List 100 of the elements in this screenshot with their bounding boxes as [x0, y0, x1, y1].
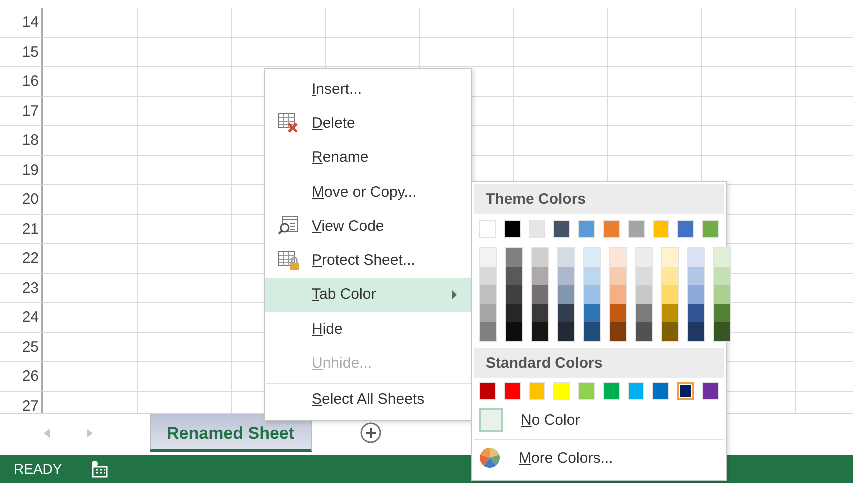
color-swatch[interactable] [584, 285, 600, 304]
grid-cell[interactable] [795, 96, 853, 126]
color-swatch[interactable] [610, 322, 626, 341]
row-number[interactable]: 15 [0, 38, 43, 67]
row-number[interactable]: 16 [0, 67, 43, 96]
color-swatch[interactable] [636, 285, 652, 304]
color-swatch[interactable] [480, 266, 496, 286]
color-swatch[interactable] [662, 266, 678, 286]
color-swatch[interactable] [558, 304, 574, 322]
color-swatch[interactable] [636, 248, 652, 267]
grid-cell[interactable] [795, 214, 853, 244]
grid-cell[interactable] [513, 38, 607, 67]
grid-cell[interactable] [607, 96, 701, 126]
row-number[interactable]: 17 [0, 96, 43, 126]
row-number[interactable]: 21 [0, 214, 43, 244]
color-swatch[interactable] [610, 248, 626, 267]
color-swatch[interactable] [636, 266, 652, 286]
menu-item[interactable]: Select All Sheets [265, 382, 471, 417]
color-swatch[interactable] [558, 248, 574, 267]
grid-cell[interactable] [137, 96, 231, 126]
scroll-right-icon[interactable] [87, 429, 93, 438]
grid-cell[interactable] [325, 8, 419, 38]
grid-cell[interactable] [513, 8, 607, 38]
grid-cell[interactable] [701, 96, 795, 126]
grid-cell[interactable] [701, 8, 795, 38]
color-swatch[interactable] [506, 285, 522, 304]
color-swatch[interactable] [558, 285, 574, 304]
grid-cell[interactable] [607, 38, 701, 67]
row-number[interactable]: 22 [0, 244, 43, 274]
grid-cell[interactable] [137, 362, 231, 392]
grid-cell[interactable] [795, 303, 853, 332]
grid-cell[interactable] [137, 274, 231, 303]
color-swatch[interactable] [480, 285, 496, 304]
color-swatch[interactable] [714, 266, 730, 286]
grid-cell[interactable] [607, 126, 701, 156]
grid-cell[interactable] [795, 274, 853, 303]
color-swatch[interactable] [610, 304, 626, 322]
grid-cell[interactable] [795, 185, 853, 214]
color-swatch[interactable] [677, 382, 694, 400]
color-swatch[interactable] [636, 322, 652, 341]
menu-item[interactable]: Rename [265, 140, 471, 175]
color-swatch[interactable] [688, 304, 704, 322]
scroll-left-icon[interactable] [44, 429, 50, 438]
menu-item[interactable]: Protect Sheet... [265, 243, 471, 278]
grid-cell[interactable] [795, 8, 853, 38]
color-swatch[interactable] [584, 266, 600, 286]
color-swatch[interactable] [584, 322, 600, 341]
color-swatch[interactable] [714, 285, 730, 304]
color-swatch[interactable] [506, 322, 522, 341]
grid-cell[interactable] [137, 8, 231, 38]
row-number[interactable]: 19 [0, 156, 43, 185]
macro-recording-icon[interactable] [90, 460, 108, 478]
row-number[interactable]: 18 [0, 126, 43, 156]
grid-cell[interactable] [231, 8, 325, 38]
more-colors-item[interactable]: More Colors... [474, 442, 724, 475]
grid-cell[interactable] [137, 156, 231, 185]
row-number[interactable]: 23 [0, 274, 43, 303]
color-swatch[interactable] [688, 322, 704, 341]
color-swatch[interactable] [610, 285, 626, 304]
row-number[interactable]: 20 [0, 185, 43, 214]
color-swatch[interactable] [636, 304, 652, 322]
color-swatch[interactable] [506, 304, 522, 322]
row-number[interactable]: 26 [0, 362, 43, 392]
color-swatch[interactable] [688, 266, 704, 286]
grid-cell[interactable] [137, 38, 231, 67]
menu-item[interactable]: Hide [265, 312, 471, 346]
grid-cell[interactable] [137, 214, 231, 244]
grid-cell[interactable] [795, 332, 853, 362]
color-swatch[interactable] [662, 304, 678, 322]
grid-cell[interactable] [513, 67, 607, 96]
grid-cell[interactable] [795, 38, 853, 67]
color-swatch[interactable] [532, 285, 548, 304]
new-sheet-icon[interactable] [360, 422, 382, 444]
grid-cell[interactable] [513, 126, 607, 156]
color-swatch[interactable] [558, 322, 574, 341]
menu-item[interactable]: View Code [265, 209, 471, 244]
row-number[interactable]: 14 [0, 8, 43, 38]
no-color-item[interactable]: No Color [474, 404, 724, 437]
color-swatch[interactable] [584, 304, 600, 322]
color-swatch[interactable] [610, 266, 626, 286]
color-swatch[interactable] [662, 285, 678, 304]
grid-cell[interactable] [137, 67, 231, 96]
grid-cell[interactable] [137, 244, 231, 274]
color-swatch[interactable] [532, 266, 548, 286]
grid-cell[interactable] [795, 156, 853, 185]
color-swatch[interactable] [662, 248, 678, 267]
grid-cell[interactable] [419, 38, 513, 67]
menu-item[interactable]: Move or Copy... [265, 174, 471, 210]
color-swatch[interactable] [558, 266, 574, 286]
grid-cell[interactable] [701, 67, 795, 96]
grid-cell[interactable] [137, 185, 231, 214]
grid-cell[interactable] [419, 8, 513, 38]
menu-item[interactable]: Insert... [265, 72, 471, 106]
row-number[interactable]: 25 [0, 332, 43, 362]
grid-cell[interactable] [231, 38, 325, 67]
color-swatch[interactable] [506, 248, 522, 267]
grid-cell[interactable] [795, 362, 853, 392]
color-swatch[interactable] [480, 248, 496, 267]
color-swatch[interactable] [688, 248, 704, 267]
grid-cell[interactable] [513, 96, 607, 126]
